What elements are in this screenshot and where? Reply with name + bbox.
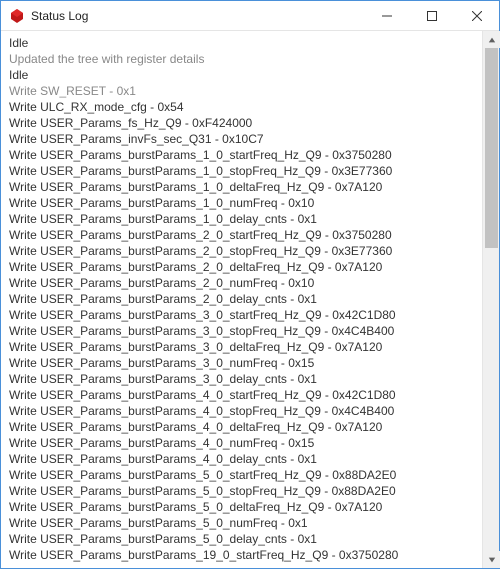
log-line: Write USER_Params_fs_Hz_Q9 - 0xF424000 bbox=[9, 115, 476, 131]
log-line: Write USER_Params_burstParams_5_0_stopFr… bbox=[9, 483, 476, 499]
log-line: Write USER_Params_burstParams_3_0_delay_… bbox=[9, 371, 476, 387]
log-line: Write USER_Params_burstParams_3_0_numFre… bbox=[9, 355, 476, 371]
log-container: IdleUpdated the tree with register detai… bbox=[1, 31, 499, 568]
log-line: Write USER_Params_burstParams_2_0_delay_… bbox=[9, 291, 476, 307]
log-line: Write SW_RESET - 0x1 bbox=[9, 83, 476, 99]
titlebar[interactable]: Status Log bbox=[1, 1, 499, 31]
close-button[interactable] bbox=[454, 1, 499, 30]
scroll-down-button[interactable] bbox=[483, 551, 500, 568]
log-line: Write USER_Params_burstParams_3_0_stopFr… bbox=[9, 323, 476, 339]
minimize-button[interactable] bbox=[364, 1, 409, 30]
log-line: Write USER_Params_burstParams_1_0_delay_… bbox=[9, 211, 476, 227]
log-line: Write USER_Params_burstParams_4_0_deltaF… bbox=[9, 419, 476, 435]
window-title: Status Log bbox=[31, 9, 364, 23]
log-line: Write USER_Params_burstParams_4_0_delay_… bbox=[9, 451, 476, 467]
log-line: Write USER_Params_burstParams_2_0_deltaF… bbox=[9, 259, 476, 275]
log-line: Idle bbox=[9, 35, 476, 51]
log-line: Write USER_Params_burstParams_19_0_start… bbox=[9, 547, 476, 563]
log-line: Write USER_Params_burstParams_4_0_numFre… bbox=[9, 435, 476, 451]
log-line: Write USER_Params_burstParams_1_0_deltaF… bbox=[9, 179, 476, 195]
log-line: Write USER_Params_burstParams_1_0_numFre… bbox=[9, 195, 476, 211]
log-line: Write USER_Params_burstParams_4_0_stopFr… bbox=[9, 403, 476, 419]
log-line: Write USER_Params_burstParams_3_0_deltaF… bbox=[9, 339, 476, 355]
log-line: Write USER_Params_burstParams_5_0_deltaF… bbox=[9, 499, 476, 515]
log-line: Write USER_Params_burstParams_5_0_delay_… bbox=[9, 531, 476, 547]
log-line: Write USER_Params_burstParams_5_0_startF… bbox=[9, 467, 476, 483]
log-line: Write USER_Params_burstParams_2_0_numFre… bbox=[9, 275, 476, 291]
log-line: Write USER_Params_burstParams_1_0_startF… bbox=[9, 147, 476, 163]
scroll-thumb[interactable] bbox=[485, 48, 498, 248]
log-line: Write USER_Params_burstParams_2_0_startF… bbox=[9, 227, 476, 243]
maximize-button[interactable] bbox=[409, 1, 454, 30]
log-line: Write USER_Params_burstParams_3_0_startF… bbox=[9, 307, 476, 323]
log-line: Write ULC_RX_mode_cfg - 0x54 bbox=[9, 99, 476, 115]
vertical-scrollbar[interactable] bbox=[482, 31, 499, 568]
log-line: Write USER_Params_invFs_sec_Q31 - 0x10C7 bbox=[9, 131, 476, 147]
scroll-up-button[interactable] bbox=[483, 31, 500, 48]
log-content: IdleUpdated the tree with register detai… bbox=[1, 31, 482, 568]
log-line: Write USER_Params_burstParams_1_0_stopFr… bbox=[9, 163, 476, 179]
log-line: Write USER_Params_burstParams_5_0_numFre… bbox=[9, 515, 476, 531]
log-line: Write USER_Params_burstParams_4_0_startF… bbox=[9, 387, 476, 403]
log-line: Write USER_Params_burstParams_2_0_stopFr… bbox=[9, 243, 476, 259]
window-controls bbox=[364, 1, 499, 30]
log-line: Updated the tree with register details bbox=[9, 51, 476, 67]
app-icon bbox=[9, 8, 25, 24]
log-line: Idle bbox=[9, 67, 476, 83]
